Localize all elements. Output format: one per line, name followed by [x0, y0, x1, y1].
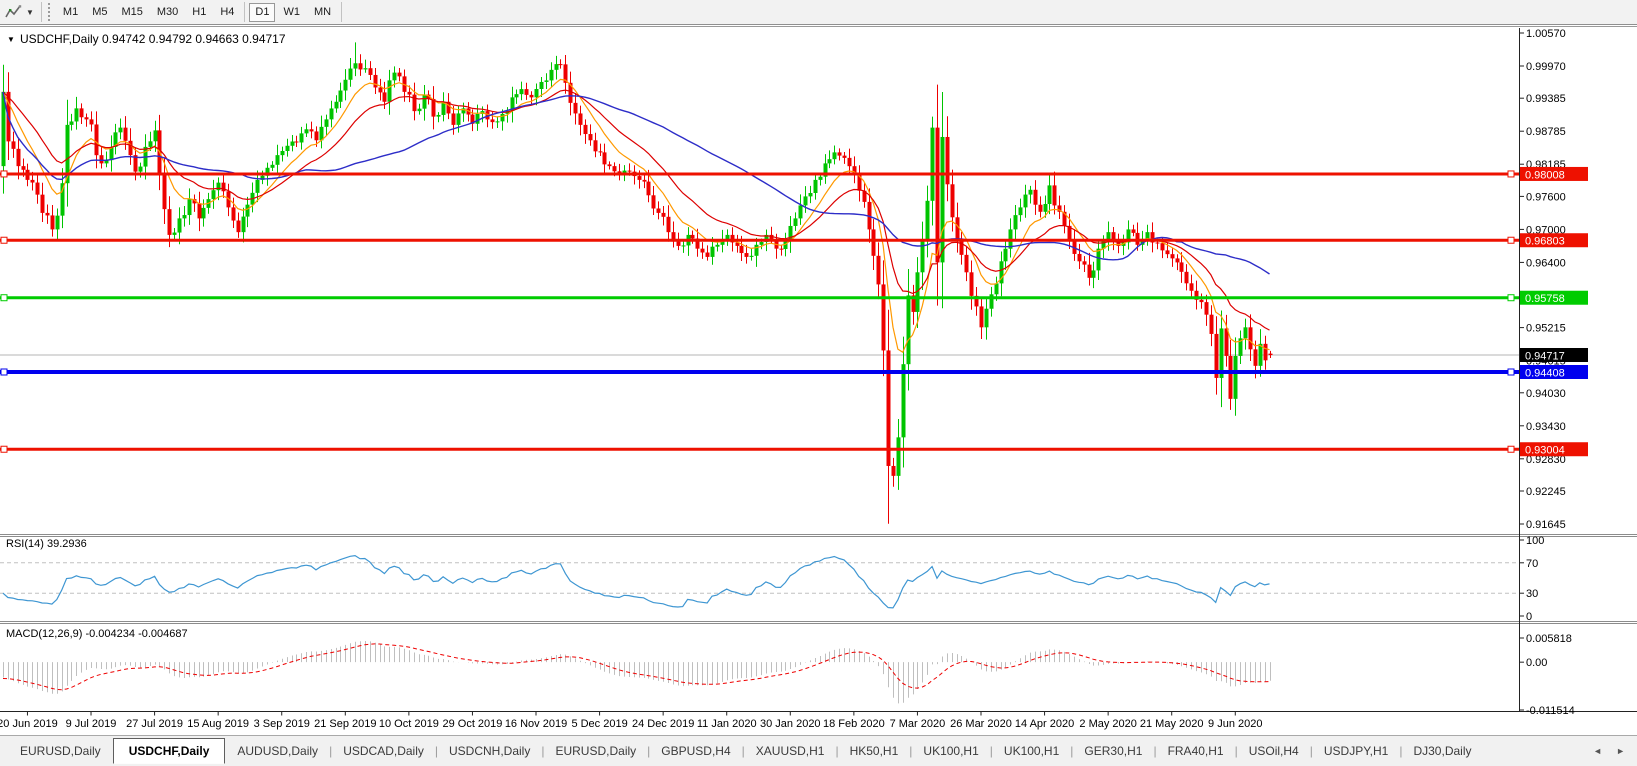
svg-text:0.97600: 0.97600: [1526, 191, 1566, 203]
svg-text:2 May 2020: 2 May 2020: [1079, 718, 1136, 730]
svg-text:0.94030: 0.94030: [1526, 388, 1566, 400]
chart-tab-USDCAD-Daily[interactable]: USDCAD,Daily: [333, 739, 434, 763]
chart-tab-UK100-H1[interactable]: UK100,H1: [913, 739, 988, 763]
svg-text:20 Jun 2019: 20 Jun 2019: [0, 718, 58, 730]
svg-text:0.92245: 0.92245: [1526, 486, 1566, 498]
chart-tab-GER30-H1[interactable]: GER30,H1: [1074, 739, 1152, 763]
macd-label: MACD(12,26,9) -0.004234 -0.004687: [6, 628, 188, 640]
chart-area[interactable]: 1.005700.999700.993850.987850.981850.976…: [0, 0, 1637, 735]
chart-tab-XAUUSD-H1[interactable]: XAUUSD,H1: [746, 739, 835, 763]
chart-tab-USDJPY-H1[interactable]: USDJPY,H1: [1314, 739, 1398, 763]
svg-text:11 Jan 2020: 11 Jan 2020: [697, 718, 757, 730]
svg-text:16 Nov 2019: 16 Nov 2019: [505, 718, 567, 730]
svg-text:21 Sep 2019: 21 Sep 2019: [314, 718, 376, 730]
svg-text:27 Jul 2019: 27 Jul 2019: [126, 718, 183, 730]
svg-text:0.94408: 0.94408: [1525, 367, 1565, 379]
svg-text:0.94717: 0.94717: [1525, 351, 1565, 363]
svg-text:0.98785: 0.98785: [1526, 126, 1566, 138]
mt4-terminal: { "toolbar": { "chart_tool_icon": "indic…: [0, 0, 1637, 766]
svg-text:30: 30: [1526, 588, 1538, 600]
chart-tab-FRA40-H1[interactable]: FRA40,H1: [1158, 739, 1234, 763]
chart-tab-USDCHF-Daily[interactable]: USDCHF,Daily: [112, 738, 226, 764]
svg-text:0: 0: [1526, 611, 1532, 623]
svg-text:30 Jan 2020: 30 Jan 2020: [760, 718, 821, 730]
svg-text:10 Oct 2019: 10 Oct 2019: [379, 718, 439, 730]
svg-text:14 Apr 2020: 14 Apr 2020: [1015, 718, 1074, 730]
chart-tab-EURUSD-Daily[interactable]: EURUSD,Daily: [10, 739, 111, 763]
svg-text:0.95215: 0.95215: [1526, 323, 1566, 335]
svg-text:0.93430: 0.93430: [1526, 421, 1566, 433]
chart-tab-USOil-H4[interactable]: USOil,H4: [1239, 739, 1309, 763]
svg-text:21 May 2020: 21 May 2020: [1140, 718, 1204, 730]
svg-text:18 Feb 2020: 18 Feb 2020: [823, 718, 885, 730]
svg-text:3 Sep 2019: 3 Sep 2019: [254, 718, 310, 730]
tab-scroll-right-icon[interactable]: ►: [1616, 746, 1625, 756]
chart-tab-DJ30-Daily[interactable]: DJ30,Daily: [1403, 739, 1481, 763]
svg-text:0.005818: 0.005818: [1526, 633, 1572, 645]
svg-text:24 Dec 2019: 24 Dec 2019: [632, 718, 694, 730]
svg-text:70: 70: [1526, 558, 1538, 570]
rsi-label: RSI(14) 39.2936: [6, 538, 87, 550]
tab-scroll-left-icon[interactable]: ◄: [1593, 746, 1602, 756]
svg-text:15 Aug 2019: 15 Aug 2019: [187, 718, 249, 730]
svg-text:0.00: 0.00: [1526, 657, 1547, 669]
svg-text:5 Dec 2019: 5 Dec 2019: [571, 718, 627, 730]
svg-text:9 Jun 2020: 9 Jun 2020: [1208, 718, 1262, 730]
svg-text:0.91645: 0.91645: [1526, 519, 1566, 531]
chart-tab-UK100-H1[interactable]: UK100,H1: [994, 739, 1069, 763]
svg-text:9 Jul 2019: 9 Jul 2019: [66, 718, 117, 730]
svg-text:0.99385: 0.99385: [1526, 93, 1566, 105]
chart-tab-USDCNH-Daily[interactable]: USDCNH,Daily: [439, 739, 540, 763]
svg-text:0.98008: 0.98008: [1525, 169, 1565, 181]
chart-tab-bar: EURUSD,Daily USDCHF,Daily AUDUSD,Daily | USD…: [0, 735, 1637, 766]
tab-scroll-arrows: ◄ ►: [1593, 746, 1625, 756]
svg-text:0.96400: 0.96400: [1526, 257, 1566, 269]
svg-text:0.96803: 0.96803: [1525, 236, 1565, 248]
svg-text:-0.011514: -0.011514: [1526, 705, 1575, 717]
svg-text:0.95758: 0.95758: [1525, 293, 1565, 305]
svg-text:0.93004: 0.93004: [1525, 445, 1565, 457]
title-dropdown-icon[interactable]: ▼: [7, 35, 15, 44]
svg-text:29 Oct 2019: 29 Oct 2019: [442, 718, 502, 730]
svg-text:26 Mar 2020: 26 Mar 2020: [950, 718, 1012, 730]
chart-title-group: ▼ USDCHF,Daily 0.94742 0.94792 0.94663 0.…: [7, 32, 286, 46]
svg-text:100: 100: [1526, 535, 1544, 547]
svg-text:7 Mar 2020: 7 Mar 2020: [890, 718, 946, 730]
chart-background: [0, 25, 1637, 735]
chart-title: USDCHF,Daily 0.94742 0.94792 0.94663 0.9…: [20, 32, 286, 46]
svg-text:0.99970: 0.99970: [1526, 61, 1566, 73]
chart-tab-EURUSD-Daily[interactable]: EURUSD,Daily: [545, 739, 646, 763]
chart-tab-GBPUSD-H4[interactable]: GBPUSD,H4: [651, 739, 740, 763]
chart-tab-HK50-H1[interactable]: HK50,H1: [840, 739, 909, 763]
svg-text:1.00570: 1.00570: [1526, 28, 1566, 40]
chart-tab-AUDUSD-Daily[interactable]: AUDUSD,Daily: [227, 739, 328, 763]
